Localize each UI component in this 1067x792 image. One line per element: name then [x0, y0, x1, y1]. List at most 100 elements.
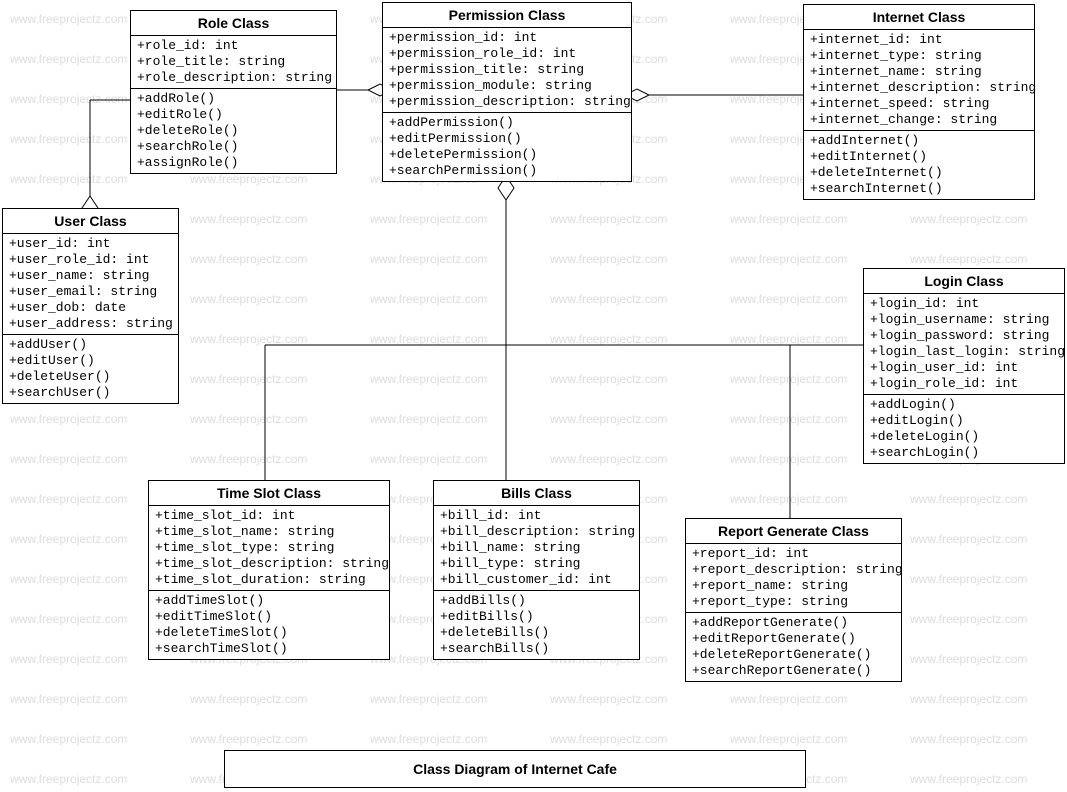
class-box-timeslot: Time Slot Class +time_slot_id: int+time_…: [148, 480, 390, 660]
class-member: +addTimeSlot(): [155, 593, 383, 609]
class-member: +searchRole(): [137, 139, 330, 155]
class-member: +time_slot_description: string: [155, 556, 383, 572]
class-member: +time_slot_name: string: [155, 524, 383, 540]
class-member: +report_type: string: [692, 594, 895, 610]
class-member: +bill_customer_id: int: [440, 572, 633, 588]
class-ops-role: +addRole()+editRole()+deleteRole()+searc…: [131, 89, 336, 173]
class-member: +editReportGenerate(): [692, 631, 895, 647]
class-member: +deletePermission(): [389, 147, 625, 163]
class-attrs-timeslot: +time_slot_id: int+time_slot_name: strin…: [149, 506, 389, 591]
class-attrs-report: +report_id: int+report_description: stri…: [686, 544, 901, 613]
class-title-user: User Class: [3, 209, 178, 234]
class-member: +searchReportGenerate(): [692, 663, 895, 679]
class-member: +login_password: string: [870, 328, 1058, 344]
class-member: +bill_description: string: [440, 524, 633, 540]
class-attrs-permission: +permission_id: int+permission_role_id: …: [383, 28, 631, 113]
class-member: +addUser(): [9, 337, 172, 353]
class-member: +deleteUser(): [9, 369, 172, 385]
class-box-report: Report Generate Class +report_id: int+re…: [685, 518, 902, 682]
class-member: +deleteTimeSlot(): [155, 625, 383, 641]
class-member: +role_description: string: [137, 70, 330, 86]
class-member: +internet_id: int: [810, 32, 1028, 48]
class-ops-user: +addUser()+editUser()+deleteUser()+searc…: [3, 335, 178, 403]
class-member: +user_dob: date: [9, 300, 172, 316]
class-member: +login_last_login: string: [870, 344, 1058, 360]
class-attrs-user: +user_id: int+user_role_id: int+user_nam…: [3, 234, 178, 335]
class-member: +time_slot_id: int: [155, 508, 383, 524]
class-member: +time_slot_type: string: [155, 540, 383, 556]
class-member: +internet_description: string: [810, 80, 1028, 96]
class-member: +editBills(): [440, 609, 633, 625]
class-title-timeslot: Time Slot Class: [149, 481, 389, 506]
class-attrs-login: +login_id: int+login_username: string+lo…: [864, 294, 1064, 395]
class-title-role: Role Class: [131, 11, 336, 36]
class-attrs-bills: +bill_id: int+bill_description: string+b…: [434, 506, 639, 591]
class-member: +permission_description: string: [389, 94, 625, 110]
class-member: +deleteBills(): [440, 625, 633, 641]
class-member: +addBills(): [440, 593, 633, 609]
class-box-permission: Permission Class +permission_id: int+per…: [382, 2, 632, 182]
class-title-bills: Bills Class: [434, 481, 639, 506]
class-box-bills: Bills Class +bill_id: int+bill_descripti…: [433, 480, 640, 660]
class-member: +addInternet(): [810, 133, 1028, 149]
class-member: +editRole(): [137, 107, 330, 123]
class-member: +login_id: int: [870, 296, 1058, 312]
class-box-user: User Class +user_id: int+user_role_id: i…: [2, 208, 179, 404]
class-member: +addLogin(): [870, 397, 1058, 413]
class-member: +bill_name: string: [440, 540, 633, 556]
class-attrs-role: +role_id: int+role_title: string+role_de…: [131, 36, 336, 89]
class-member: +login_username: string: [870, 312, 1058, 328]
class-member: +editInternet(): [810, 149, 1028, 165]
class-title-internet: Internet Class: [804, 5, 1034, 30]
class-member: +internet_speed: string: [810, 96, 1028, 112]
class-member: +role_title: string: [137, 54, 330, 70]
class-member: +time_slot_duration: string: [155, 572, 383, 588]
class-member: +searchPermission(): [389, 163, 625, 179]
class-member: +editTimeSlot(): [155, 609, 383, 625]
class-member: +report_id: int: [692, 546, 895, 562]
class-ops-report: +addReportGenerate()+editReportGenerate(…: [686, 613, 901, 681]
class-title-permission: Permission Class: [383, 3, 631, 28]
class-member: +bill_id: int: [440, 508, 633, 524]
class-member: +report_name: string: [692, 578, 895, 594]
class-member: +user_address: string: [9, 316, 172, 332]
class-member: +bill_type: string: [440, 556, 633, 572]
class-member: +user_email: string: [9, 284, 172, 300]
class-member: +deleteInternet(): [810, 165, 1028, 181]
class-ops-bills: +addBills()+editBills()+deleteBills()+se…: [434, 591, 639, 659]
class-member: +user_name: string: [9, 268, 172, 284]
class-title-report: Report Generate Class: [686, 519, 901, 544]
class-member: +internet_name: string: [810, 64, 1028, 80]
class-member: +searchTimeSlot(): [155, 641, 383, 657]
class-ops-internet: +addInternet()+editInternet()+deleteInte…: [804, 131, 1034, 199]
class-ops-login: +addLogin()+editLogin()+deleteLogin()+se…: [864, 395, 1064, 463]
class-member: +editLogin(): [870, 413, 1058, 429]
diagram-title: Class Diagram of Internet Cafe: [224, 750, 806, 788]
class-member: +editPermission(): [389, 131, 625, 147]
class-member: +searchLogin(): [870, 445, 1058, 461]
class-member: +login_role_id: int: [870, 376, 1058, 392]
class-member: +searchUser(): [9, 385, 172, 401]
class-ops-permission: +addPermission()+editPermission()+delete…: [383, 113, 631, 181]
class-box-login: Login Class +login_id: int+login_usernam…: [863, 268, 1065, 464]
class-member: +permission_role_id: int: [389, 46, 625, 62]
class-member: +report_description: string: [692, 562, 895, 578]
class-member: +permission_module: string: [389, 78, 625, 94]
class-member: +internet_change: string: [810, 112, 1028, 128]
class-box-role: Role Class +role_id: int+role_title: str…: [130, 10, 337, 174]
class-member: +role_id: int: [137, 38, 330, 54]
class-member: +internet_type: string: [810, 48, 1028, 64]
class-title-login: Login Class: [864, 269, 1064, 294]
class-member: +login_user_id: int: [870, 360, 1058, 376]
class-member: +addRole(): [137, 91, 330, 107]
class-member: +user_role_id: int: [9, 252, 172, 268]
class-member: +user_id: int: [9, 236, 172, 252]
class-member: +editUser(): [9, 353, 172, 369]
class-member: +deleteLogin(): [870, 429, 1058, 445]
class-member: +permission_id: int: [389, 30, 625, 46]
class-member: +permission_title: string: [389, 62, 625, 78]
class-member: +addPermission(): [389, 115, 625, 131]
class-member: +deleteReportGenerate(): [692, 647, 895, 663]
class-member: +searchBills(): [440, 641, 633, 657]
class-member: +addReportGenerate(): [692, 615, 895, 631]
